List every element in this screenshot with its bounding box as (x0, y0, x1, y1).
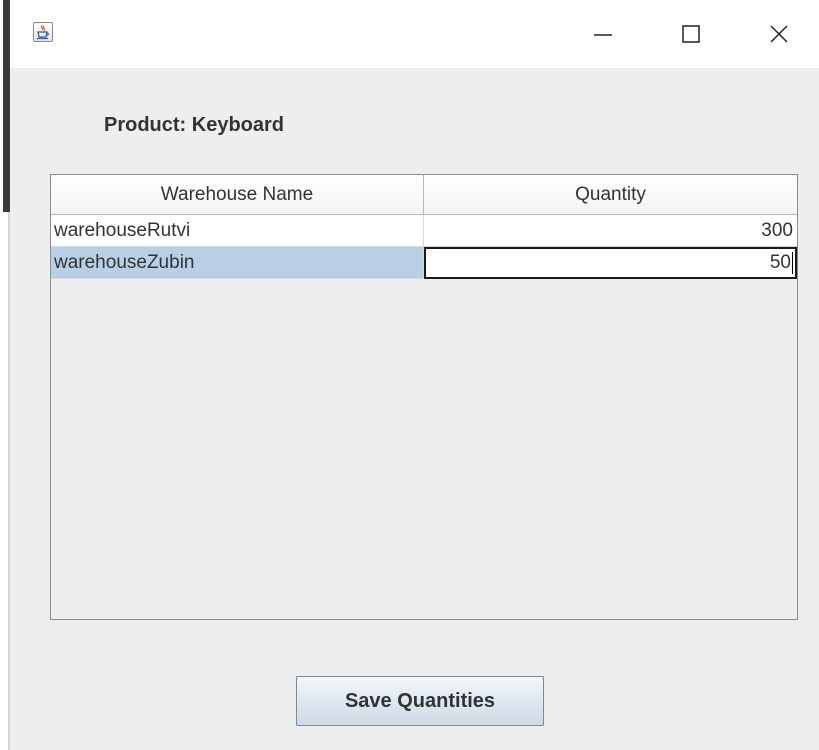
quantity-cell[interactable]: 300 (424, 215, 797, 247)
table-header: Warehouse Name Quantity (51, 175, 797, 215)
quantity-edit-field[interactable]: 50 (424, 247, 797, 279)
table-row[interactable]: warehouseRutvi 300 (51, 215, 797, 247)
text-caret (792, 252, 793, 274)
background-window-dark-area (3, 0, 10, 212)
maximize-icon (682, 25, 700, 43)
save-quantities-button[interactable]: Save Quantities (296, 676, 544, 726)
product-label: Product: Keyboard (104, 114, 285, 136)
column-header-warehouse-name[interactable]: Warehouse Name (51, 175, 424, 214)
minimize-button[interactable] (580, 12, 626, 56)
maximize-button[interactable] (668, 12, 714, 56)
quantity-edit-value: 50 (769, 252, 791, 273)
background-window-edge (0, 0, 10, 750)
warehouse-table[interactable]: Warehouse Name Quantity warehouseRutvi 3… (50, 174, 798, 620)
minimize-icon (594, 34, 612, 36)
warehouse-name-cell[interactable]: warehouseRutvi (51, 215, 424, 247)
table-body: warehouseRutvi 300 warehouseZubin 50 (51, 215, 797, 279)
column-header-quantity[interactable]: Quantity (424, 175, 797, 214)
close-button[interactable] (756, 12, 802, 56)
warehouse-name-cell[interactable]: warehouseZubin (51, 247, 424, 279)
java-cup-icon[interactable] (33, 22, 53, 42)
app-window: Product: Keyboard Warehouse Name Quantit… (10, 0, 819, 750)
close-icon (770, 25, 788, 43)
title-bar[interactable] (10, 0, 819, 68)
table-row-selected[interactable]: warehouseZubin 50 (51, 247, 797, 279)
